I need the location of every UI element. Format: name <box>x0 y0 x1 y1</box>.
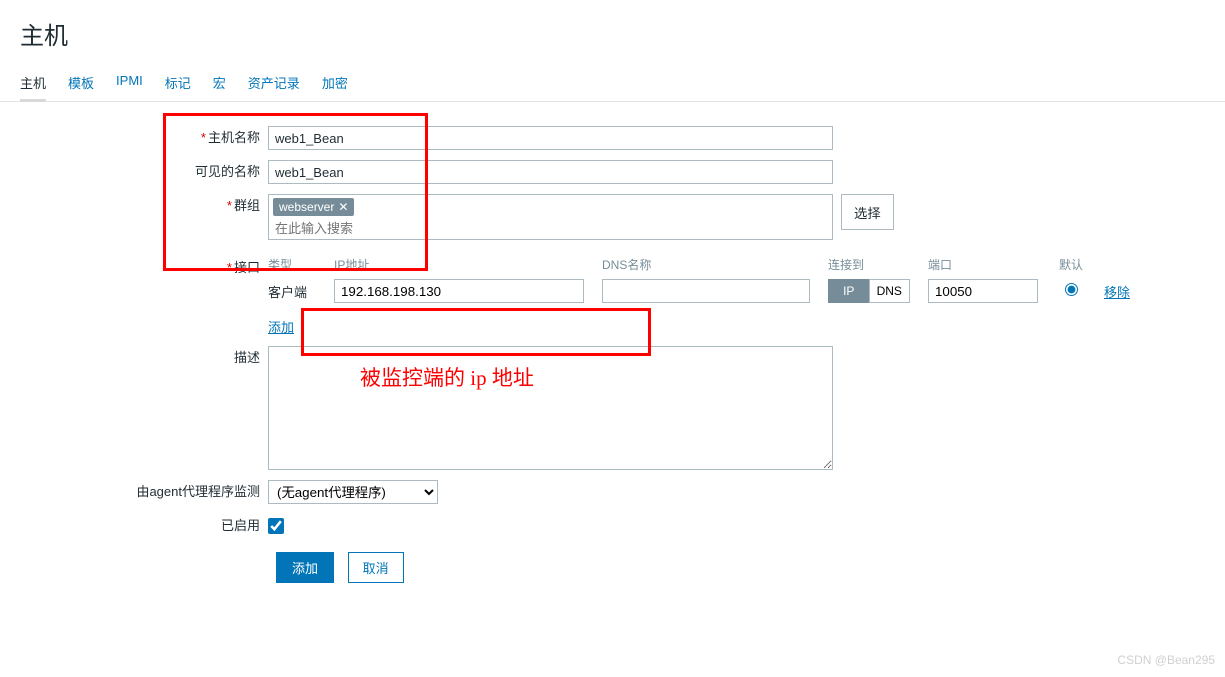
form-area: *主机名称 可见的名称 *群组 webserver✕ 选择 *接口 类型 IP地… <box>0 102 1225 603</box>
th-ip: IP地址 <box>334 256 584 273</box>
cancel-button[interactable]: 取消 <box>348 552 404 583</box>
proxy-label: 由agent代理程序监测 <box>136 484 260 499</box>
th-connect: 连接到 <box>828 256 910 273</box>
interface-row: 客户端 IP DNS 移除 <box>268 279 1130 303</box>
enabled-checkbox[interactable] <box>268 518 284 534</box>
connect-to-toggle: IP DNS <box>828 279 910 303</box>
groups-multiselect[interactable]: webserver✕ <box>268 194 833 240</box>
groups-search-input[interactable] <box>273 219 828 236</box>
tab-macros[interactable]: 宏 <box>213 65 226 101</box>
interfaces-label: 接口 <box>234 260 260 275</box>
interface-dns-input[interactable] <box>602 279 810 303</box>
interface-default-radio[interactable] <box>1065 283 1078 296</box>
tab-ipmi[interactable]: IPMI <box>116 65 143 101</box>
visible-name-label: 可见的名称 <box>195 164 260 179</box>
interface-ip-input[interactable] <box>334 279 584 303</box>
th-port: 端口 <box>928 256 1038 273</box>
group-tag[interactable]: webserver✕ <box>273 198 354 216</box>
connect-dns-button[interactable]: DNS <box>869 279 911 303</box>
th-default: 默认 <box>1056 256 1086 273</box>
annotation-text: 被监控端的 ip 地址 <box>360 362 534 392</box>
groups-select-button[interactable]: 选择 <box>841 194 894 230</box>
connect-ip-button[interactable]: IP <box>828 279 869 303</box>
tab-host[interactable]: 主机 <box>20 65 46 101</box>
visible-name-input[interactable] <box>268 160 833 184</box>
th-type: 类型 <box>268 256 316 273</box>
tab-bar: 主机 模板 IPMI 标记 宏 资产记录 加密 <box>0 65 1225 102</box>
close-icon[interactable]: ✕ <box>338 200 348 214</box>
tab-encryption[interactable]: 加密 <box>322 65 348 101</box>
tab-inventory[interactable]: 资产记录 <box>248 65 300 101</box>
tab-templates[interactable]: 模板 <box>68 65 94 101</box>
th-dns: DNS名称 <box>602 256 810 273</box>
interface-type-label: 客户端 <box>268 282 316 301</box>
proxy-select[interactable]: (无agent代理程序) <box>268 480 438 504</box>
page-title: 主机 <box>0 0 1225 65</box>
watermark: CSDN @Bean295 <box>1117 653 1215 667</box>
groups-label: 群组 <box>234 198 260 213</box>
tab-tags[interactable]: 标记 <box>165 65 191 101</box>
enabled-label: 已启用 <box>221 518 260 533</box>
description-label: 描述 <box>234 350 260 365</box>
interface-remove-link[interactable]: 移除 <box>1104 282 1130 301</box>
hostname-label: 主机名称 <box>208 130 260 145</box>
description-textarea[interactable] <box>268 346 833 470</box>
interface-port-input[interactable] <box>928 279 1038 303</box>
interface-add-link[interactable]: 添加 <box>268 320 294 335</box>
submit-button[interactable]: 添加 <box>276 552 334 583</box>
hostname-input[interactable] <box>268 126 833 150</box>
